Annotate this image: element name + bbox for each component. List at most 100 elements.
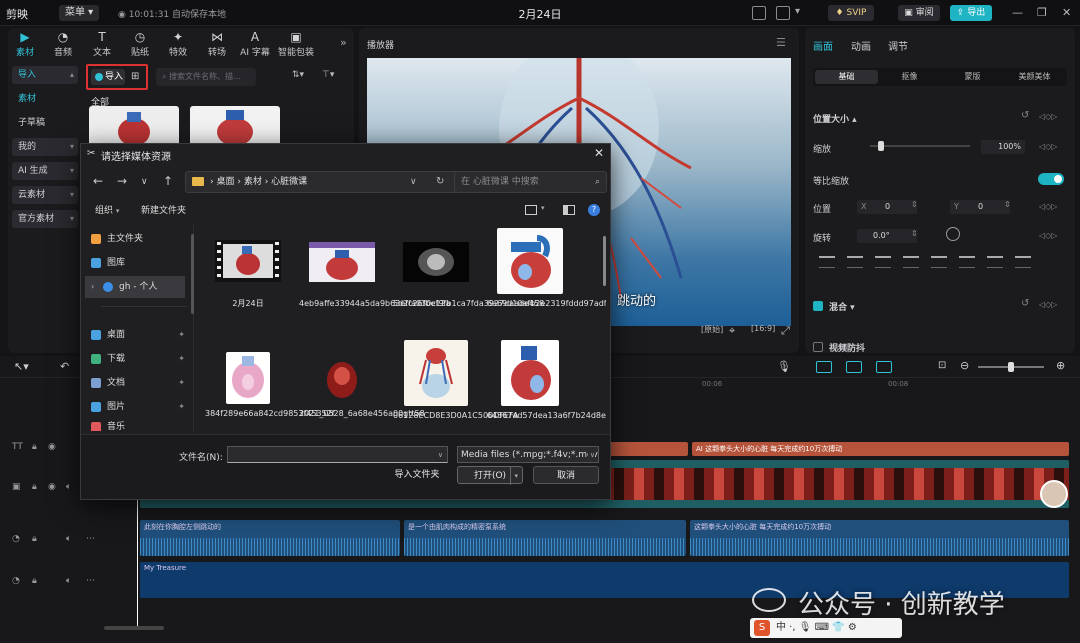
zoom-knob[interactable]	[1008, 362, 1014, 372]
timeline-scrollbar[interactable]	[104, 626, 164, 630]
text-clip[interactable]: AI 这颗拳头大小的心脏 每天完成约10万次搏动	[692, 442, 1069, 456]
import-folder-button[interactable]: 导入文件夹	[385, 466, 449, 484]
rotate-field[interactable]: 0.0°	[857, 229, 917, 243]
subtab-basic[interactable]: 基础	[815, 70, 878, 84]
view-chevron-icon[interactable]: ▾	[541, 203, 545, 213]
tab-audio[interactable]: ◔ 音频	[46, 30, 80, 58]
lock-icon[interactable]: 🔒︎	[32, 576, 37, 586]
audio-clip[interactable]: 这颗拳头大小的心脏 每天完成约10万次搏动	[690, 520, 1069, 556]
nav-mine[interactable]: 我的 ▾	[12, 138, 78, 156]
zoom-out-icon[interactable]: ⊖	[960, 359, 969, 372]
nav-official[interactable]: 官方素材 ▾	[12, 210, 78, 228]
tab-smart-pack[interactable]: ▣ 智能包装	[276, 30, 316, 58]
media-thumbnail[interactable]	[190, 106, 280, 146]
select-tool-icon[interactable]: ↖▾	[14, 360, 29, 373]
fullscreen-icon[interactable]: ⤢	[781, 324, 790, 338]
layout-icon[interactable]	[752, 6, 766, 20]
subtab-matting[interactable]: 抠像	[878, 70, 941, 84]
speaker-icon[interactable]: 🔈︎	[66, 482, 71, 492]
fit-button[interactable]: [原始]	[701, 324, 723, 335]
pin-icon[interactable]: ✦	[178, 348, 185, 370]
nav-pictures[interactable]: 图片 ✦	[81, 396, 191, 418]
grid-view-icon[interactable]: ⊞	[131, 71, 139, 82]
distribute-v-icon[interactable]	[1015, 256, 1031, 268]
stepper-icon[interactable]: ⇕	[911, 200, 918, 209]
keyframe-icon[interactable]: ◁◇▷	[1039, 300, 1057, 309]
maximize-icon[interactable]: ❐	[1037, 6, 1047, 19]
file-item[interactable]: 2月24日	[205, 228, 291, 309]
filetype-chevron-icon[interactable]: ∨	[587, 447, 595, 462]
tab-animation[interactable]: 动画	[851, 38, 871, 53]
crop-icon[interactable]: ⌖	[729, 324, 735, 338]
ime-toolbar[interactable]: S 中 ·, 🎙 ⌨ 👕 ⚙	[750, 618, 902, 638]
media-thumbnail[interactable]	[89, 106, 179, 146]
nav-gallery[interactable]: 图库	[81, 252, 191, 274]
nav-onedrive[interactable]: › gh - 个人	[85, 276, 185, 298]
stabilize-checkbox[interactable]	[813, 342, 823, 352]
nav-cloud[interactable]: 云素材 ▾	[12, 186, 78, 204]
preview-axis-icon[interactable]	[876, 361, 892, 373]
lock-icon[interactable]: 🔒︎	[32, 534, 37, 544]
menu-button[interactable]: 菜单 ▾	[59, 5, 100, 21]
preview-pane-icon[interactable]	[563, 205, 575, 215]
nav-scrollbar[interactable]	[191, 234, 194, 314]
expand-icon[interactable]: ›	[91, 276, 94, 298]
breadcrumb-item[interactable]: 桌面	[216, 177, 234, 187]
history-chevron-icon[interactable]: ∨	[141, 177, 148, 187]
stepper-icon[interactable]: ⇕	[911, 229, 918, 238]
player-menu-icon[interactable]: ☰	[776, 36, 786, 49]
back-icon[interactable]: ←	[93, 174, 103, 188]
eye-icon[interactable]: ◉	[48, 442, 56, 452]
zoom-slider[interactable]	[978, 362, 1044, 372]
filename-input[interactable]: ∨	[227, 446, 448, 463]
microphone-icon[interactable]: 🎙	[777, 360, 791, 373]
review-button[interactable]: ▣ 审阅	[898, 5, 940, 21]
pin-icon[interactable]: ✦	[178, 372, 185, 394]
reset-icon[interactable]: ↺	[1021, 110, 1029, 121]
keyframe-icon[interactable]: ◁◇▷	[1039, 202, 1057, 211]
blend-checkbox[interactable]	[813, 301, 823, 311]
lock-icon[interactable]: 🔒︎	[32, 442, 37, 452]
nav-desktop[interactable]: 桌面 ✦	[81, 324, 191, 346]
subtab-mask[interactable]: 蒙版	[941, 70, 1004, 84]
export-button[interactable]: ⇪ 导出	[950, 5, 992, 21]
zoom-in-icon[interactable]: ⊕	[1056, 359, 1065, 372]
nav-documents[interactable]: 文档 ✦	[81, 372, 191, 394]
audio-clip[interactable]: 此刻在你胸腔左侧跳动的	[140, 520, 400, 556]
view-icon[interactable]	[525, 205, 537, 215]
blend-section[interactable]: 混合 ▾	[829, 300, 855, 313]
stepper-icon[interactable]: ⇕	[1004, 200, 1011, 209]
scale-field[interactable]: 100%	[981, 140, 1025, 154]
subtab-beauty[interactable]: 美颜美体	[1003, 70, 1066, 84]
tab-transition[interactable]: ⋈ 转场	[200, 30, 234, 58]
tab-media[interactable]: ▶ 素材	[8, 30, 42, 58]
sort-icon[interactable]: ⇅▾	[292, 70, 304, 80]
forward-icon[interactable]: →	[117, 174, 127, 188]
file-scrollbar[interactable]	[603, 236, 606, 286]
align-right-icon[interactable]	[875, 256, 891, 268]
nav-music[interactable]: 音乐	[81, 420, 191, 431]
nav-ai-generate[interactable]: AI 生成 ▾	[12, 162, 78, 180]
file-item[interactable]: 384f289e66a842cd9853f45352f	[205, 352, 335, 419]
speaker-icon[interactable]: 🔈︎	[66, 576, 71, 586]
position-x-field[interactable]: X0	[857, 200, 917, 214]
align-left-icon[interactable]	[819, 256, 835, 268]
uniform-scale-toggle[interactable]	[1038, 173, 1064, 185]
breadcrumb-item[interactable]: 素材	[244, 177, 262, 187]
reset-icon[interactable]: ↺	[1021, 298, 1029, 309]
filename-chevron-icon[interactable]: ∨	[438, 447, 443, 463]
more-icon[interactable]: ⋯	[86, 576, 95, 586]
nav-downloads[interactable]: 下载 ✦	[81, 348, 191, 370]
filter-icon[interactable]: ⊤▾	[322, 70, 334, 80]
nav-import[interactable]: 导入 ▴	[12, 66, 78, 84]
help-icon[interactable]: ?	[588, 204, 600, 216]
lock-icon[interactable]: 🔒︎	[32, 482, 37, 492]
keyframe-icon[interactable]: ◁◇▷	[1039, 112, 1057, 121]
file-item[interactable]: 4eb9affe33944a5da9b63efc26fbe12a	[299, 228, 451, 309]
rotate-dial-icon[interactable]	[946, 227, 960, 241]
align-hcenter-icon[interactable]	[847, 256, 863, 268]
tab-effects[interactable]: ✦ 特效	[161, 30, 195, 58]
snapshot-icon[interactable]: ⊡	[938, 360, 946, 371]
linkage-icon[interactable]	[846, 361, 862, 373]
svip-button[interactable]: ♦ SVIP	[828, 5, 874, 21]
